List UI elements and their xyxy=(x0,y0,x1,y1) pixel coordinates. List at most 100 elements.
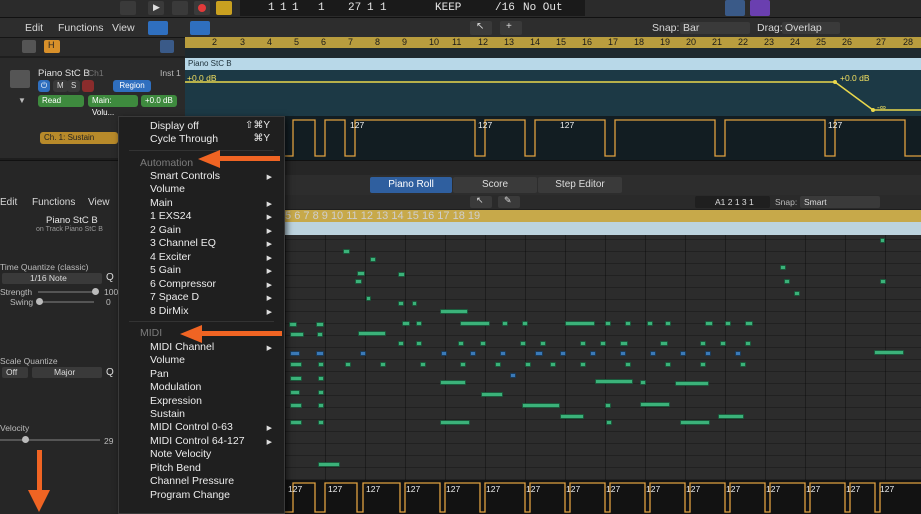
menu-item-cycle-through[interactable]: Cycle Through xyxy=(150,133,218,145)
midi-note[interactable] xyxy=(481,392,503,397)
menu-item-midi-control-64-127[interactable]: MIDI Control 64-127 xyxy=(150,435,245,447)
velocity-slider[interactable] xyxy=(0,439,100,441)
midi-note[interactable] xyxy=(289,322,297,327)
midi-note[interactable] xyxy=(440,420,470,425)
midi-note[interactable] xyxy=(874,350,904,355)
midi-note[interactable] xyxy=(510,373,516,378)
menu-item-gain-5[interactable]: 5 Gain xyxy=(150,264,181,276)
power-icon[interactable]: ⏻ xyxy=(38,80,50,92)
time-quantize-select[interactable]: 1/16 Note xyxy=(2,273,102,284)
midi-note[interactable] xyxy=(441,351,447,356)
midi-note[interactable] xyxy=(675,381,709,386)
midi-note[interactable] xyxy=(290,403,302,408)
drag-select[interactable]: Overlap xyxy=(782,22,840,34)
automation-mode-select[interactable]: Read xyxy=(38,95,84,107)
midi-note[interactable] xyxy=(705,321,713,326)
pr-view-menu[interactable]: View xyxy=(88,197,110,208)
midi-note[interactable] xyxy=(290,351,300,356)
midi-note[interactable] xyxy=(640,402,670,407)
midi-note[interactable] xyxy=(540,341,546,346)
midi-note[interactable] xyxy=(525,362,531,367)
midi-note[interactable] xyxy=(590,351,596,356)
automation-toggle-icon[interactable] xyxy=(148,21,168,35)
quantize-button[interactable]: Q xyxy=(106,272,114,283)
midi-note[interactable] xyxy=(357,271,365,276)
functions-menu[interactable]: Functions xyxy=(58,22,104,34)
record-arm-button[interactable] xyxy=(82,80,94,92)
midi-note[interactable] xyxy=(780,265,786,270)
midi-note[interactable] xyxy=(316,322,324,327)
midi-note[interactable] xyxy=(560,414,584,419)
midi-note[interactable] xyxy=(412,301,417,306)
track-name[interactable]: Piano StC B xyxy=(38,68,90,79)
strength-slider[interactable] xyxy=(38,291,94,293)
menu-item-volume[interactable]: Volume xyxy=(150,183,185,195)
add-track-icon[interactable] xyxy=(22,40,36,53)
record-button[interactable] xyxy=(194,1,210,15)
swing-slider-knob[interactable] xyxy=(36,298,43,305)
midi-note[interactable] xyxy=(460,362,466,367)
automation-param-select[interactable]: Main: Volu... xyxy=(88,95,138,117)
midi-note[interactable] xyxy=(745,341,751,346)
h-button[interactable]: H xyxy=(44,40,60,53)
midi-note[interactable] xyxy=(665,362,671,367)
menu-item-compressor[interactable]: 6 Compressor xyxy=(150,278,216,290)
midi-note[interactable] xyxy=(705,351,711,356)
midi-note[interactable] xyxy=(680,351,686,356)
swing-slider[interactable] xyxy=(38,301,94,303)
midi-note[interactable] xyxy=(420,362,426,367)
midi-note[interactable] xyxy=(358,331,386,336)
midi-note[interactable] xyxy=(416,321,422,326)
tab-step-editor[interactable]: Step Editor xyxy=(538,177,622,193)
midi-note[interactable] xyxy=(650,351,656,356)
mute-button[interactable]: M xyxy=(53,80,68,92)
midi-note[interactable] xyxy=(735,351,741,356)
midi-note[interactable] xyxy=(480,341,486,346)
midi-note[interactable] xyxy=(366,296,371,301)
midi-note[interactable] xyxy=(522,321,528,326)
midi-note[interactable] xyxy=(290,362,302,367)
menu-item-note-velocity[interactable]: Note Velocity xyxy=(150,448,211,460)
midi-note[interactable] xyxy=(495,362,501,367)
stop-button[interactable] xyxy=(120,1,136,15)
midi-note[interactable] xyxy=(458,341,464,346)
piano-roll-ruler[interactable]: 5 6 7 8 9 10 11 12 13 14 15 16 17 18 19 xyxy=(285,210,921,222)
midi-note[interactable] xyxy=(398,272,405,277)
midi-note[interactable] xyxy=(794,291,800,296)
midi-note[interactable] xyxy=(318,376,324,381)
flex-toggle-icon[interactable] xyxy=(190,21,210,35)
strength-slider-knob[interactable] xyxy=(92,288,99,295)
midi-note[interactable] xyxy=(440,309,468,314)
midi-note[interactable] xyxy=(605,403,611,408)
menu-item-midi-volume[interactable]: Volume xyxy=(150,354,185,366)
midi-note[interactable] xyxy=(880,279,886,284)
midi-note[interactable] xyxy=(605,321,611,326)
menu-item-space-d[interactable]: 7 Space D xyxy=(150,291,199,303)
view-menu[interactable]: View xyxy=(112,22,135,34)
pr-pointer-tool-icon[interactable]: ↖ xyxy=(470,195,492,208)
midi-note[interactable] xyxy=(398,301,404,306)
menu-item-pitch-bend[interactable]: Pitch Bend xyxy=(150,462,201,474)
region-header[interactable]: Piano StC B xyxy=(185,58,921,70)
midi-note[interactable] xyxy=(522,403,560,408)
midi-note[interactable] xyxy=(595,379,633,384)
sustain-lane-select[interactable]: Ch. 1: Sustain xyxy=(40,132,118,144)
midi-note[interactable] xyxy=(560,351,566,356)
disclosure-triangle-icon[interactable]: ▼ xyxy=(18,96,26,105)
menu-item-dirmix[interactable]: 8 DirMix xyxy=(150,305,189,317)
midi-note[interactable] xyxy=(318,420,324,425)
menu-item-gain-2[interactable]: 2 Gain xyxy=(150,224,181,236)
edit-menu[interactable]: Edit xyxy=(25,22,43,34)
region-strip[interactable] xyxy=(285,222,921,235)
midi-note[interactable] xyxy=(620,341,628,346)
midi-note[interactable] xyxy=(700,341,706,346)
midi-note[interactable] xyxy=(416,341,422,346)
piano-roll-grid[interactable] xyxy=(285,235,921,480)
midi-note[interactable] xyxy=(500,351,506,356)
pointer-tool-icon[interactable]: ↖ xyxy=(470,21,492,35)
midi-note[interactable] xyxy=(370,257,376,262)
midi-note[interactable] xyxy=(318,462,340,467)
automation-value[interactable]: +0.0 dB xyxy=(141,95,177,107)
pr-functions-menu[interactable]: Functions xyxy=(32,197,75,208)
midi-note[interactable] xyxy=(398,341,404,346)
